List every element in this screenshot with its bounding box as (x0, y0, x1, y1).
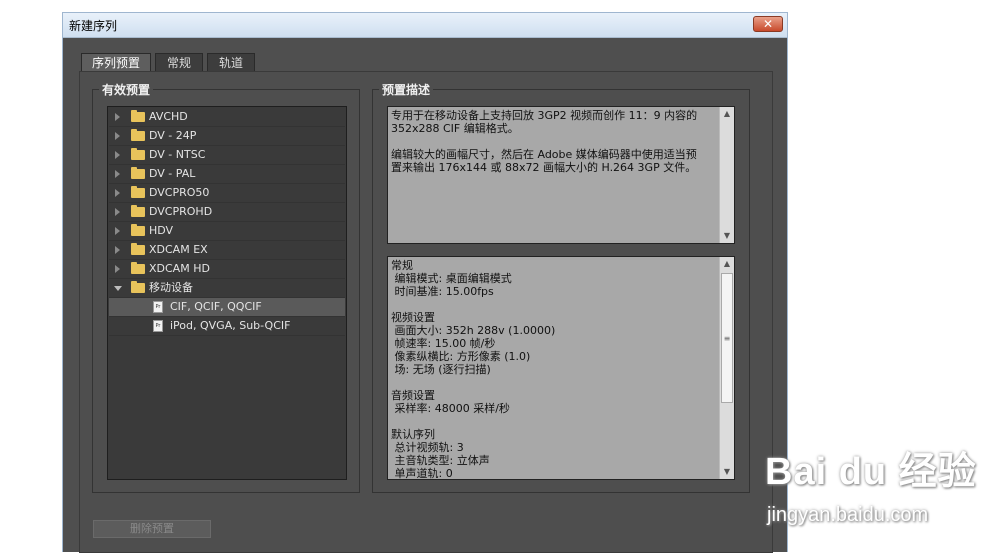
preset-description-group: 预置描述 专用于在移动设备上支持回放 3GP2 视频而创作 11：9 内容的 3… (372, 81, 750, 493)
folder-icon (131, 243, 145, 255)
scroll-down-icon[interactable]: ▼ (720, 465, 734, 479)
folder-icon (131, 281, 145, 293)
folder-icon (131, 186, 145, 198)
scroll-up-icon[interactable]: ▲ (720, 107, 734, 121)
scroll-down-icon[interactable]: ▼ (720, 229, 734, 243)
expand-arrow-right-icon[interactable] (115, 170, 120, 178)
tab-general[interactable]: 常规 (155, 53, 203, 72)
tree-item-label: DV - NTSC (149, 148, 206, 161)
expand-arrow-right-icon[interactable] (115, 113, 120, 121)
tree-item-label: DV - 24P (149, 129, 197, 142)
tree-folder-row[interactable]: DVCPRO50 (109, 184, 345, 203)
tree-item-label: AVCHD (149, 110, 188, 123)
dialog-title: 新建序列 (69, 19, 118, 33)
preset-file-icon: Pr (153, 301, 163, 313)
expand-arrow-right-icon[interactable] (115, 227, 120, 235)
scroll-thumb[interactable]: ≡ (721, 273, 733, 403)
tab-sequence-presets[interactable]: 序列预置 (81, 53, 151, 73)
tree-folder-row[interactable]: DV - NTSC (109, 146, 345, 165)
tree-folder-row[interactable]: XDCAM HD (109, 260, 345, 279)
description-text: 专用于在移动设备上支持回放 3GP2 视频而创作 11：9 内容的 352x28… (391, 109, 698, 174)
description-scrollbar[interactable]: ▲ ▼ (719, 107, 734, 243)
expand-arrow-right-icon[interactable] (115, 208, 120, 216)
background-left (0, 0, 62, 552)
scroll-up-icon[interactable]: ▲ (720, 257, 734, 271)
delete-preset-button[interactable]: 删除预置 (93, 520, 211, 538)
watermark-url: jingyan.baidu.com (767, 504, 929, 526)
tree-item-label: 移动设备 (149, 281, 193, 294)
preset-file-icon: Pr (153, 320, 163, 332)
tree-item-label: XDCAM EX (149, 243, 208, 256)
expand-arrow-right-icon[interactable] (115, 151, 120, 159)
tab-panel: 有效预置 AVCHD DV - 24P DV - NTSC DV - PAL DVCPR… (79, 71, 773, 553)
close-button[interactable]: ✕ (753, 16, 783, 32)
tree-item-label: HDV (149, 224, 174, 237)
tree-item-label: DV - PAL (149, 167, 196, 180)
folder-icon (131, 262, 145, 274)
folder-icon (131, 167, 145, 179)
tree-folder-row[interactable]: DVCPROHD (109, 203, 345, 222)
tree-folder-row[interactable]: 移动设备 (109, 279, 345, 298)
details-text: 常规 编辑模式: 桌面编辑模式 时间基准: 15.00fps 视频设置 画面大小… (391, 259, 556, 480)
tree-folder-row[interactable]: HDV (109, 222, 345, 241)
folder-icon (131, 129, 145, 141)
folder-icon (131, 110, 145, 122)
tree-item-label: iPod, QVGA, Sub-QCIF (170, 319, 291, 332)
tree-item-label: CIF, QCIF, QQCIF (170, 300, 262, 313)
available-presets-group: 有效预置 AVCHD DV - 24P DV - NTSC DV - PAL DVCPR… (92, 81, 360, 493)
folder-icon (131, 148, 145, 160)
details-scrollbar[interactable]: ▲ ≡ ▼ (719, 257, 734, 479)
tree-item-label: DVCPRO50 (149, 186, 210, 199)
tab-tracks[interactable]: 轨道 (207, 53, 255, 72)
folder-icon (131, 224, 145, 236)
folder-icon (131, 205, 145, 217)
description-textbox[interactable]: 专用于在移动设备上支持回放 3GP2 视频而创作 11：9 内容的 352x28… (387, 106, 735, 244)
tree-folder-row[interactable]: XDCAM EX (109, 241, 345, 260)
baidu-watermark: Bai du 经验 jingyan.baidu.com (765, 440, 995, 540)
expand-arrow-right-icon[interactable] (115, 246, 120, 254)
watermark-logo: Bai du 经验 (765, 451, 977, 493)
tree-preset-row[interactable]: Pr iPod, QVGA, Sub-QCIF (109, 317, 345, 336)
available-presets-label: 有效预置 (99, 81, 154, 98)
tree-item-label: XDCAM HD (149, 262, 210, 275)
close-icon: ✕ (762, 17, 774, 31)
preset-tree[interactable]: AVCHD DV - 24P DV - NTSC DV - PAL DVCPRO50 DV… (107, 106, 347, 480)
expand-arrow-right-icon[interactable] (115, 265, 120, 273)
tree-folder-row[interactable]: AVCHD (109, 108, 345, 127)
tree-preset-row[interactable]: Pr CIF, QCIF, QQCIF (109, 298, 345, 317)
new-sequence-dialog: 新建序列 ✕ 序列预置 常规 轨道 有效预置 AVCHD DV - 24P DV -… (62, 12, 788, 553)
tree-item-label: DVCPROHD (149, 205, 213, 218)
tree-folder-row[interactable]: DV - 24P (109, 127, 345, 146)
details-textbox[interactable]: 常规 编辑模式: 桌面编辑模式 时间基准: 15.00fps 视频设置 画面大小… (387, 256, 735, 480)
expand-arrow-down-icon[interactable] (114, 286, 122, 291)
preset-description-label: 预置描述 (379, 81, 434, 98)
expand-arrow-right-icon[interactable] (115, 132, 120, 140)
expand-arrow-right-icon[interactable] (115, 189, 120, 197)
title-bar: 新建序列 ✕ (63, 13, 787, 38)
tree-folder-row[interactable]: DV - PAL (109, 165, 345, 184)
